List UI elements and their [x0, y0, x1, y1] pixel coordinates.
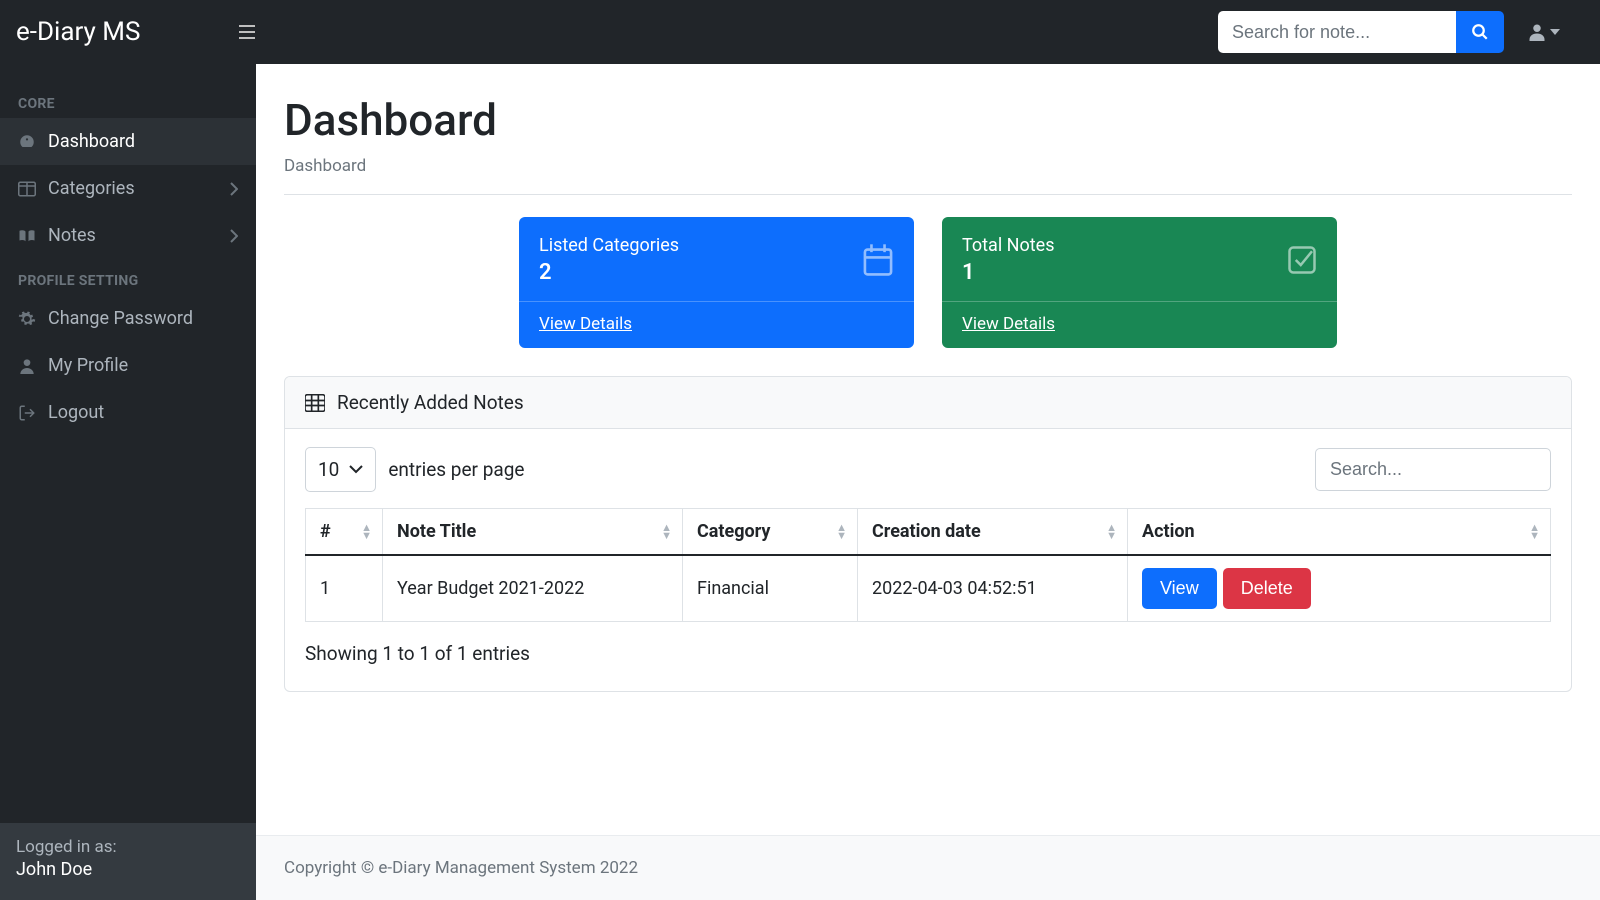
user-icon: [1528, 22, 1546, 42]
sidebar-item-label: Dashboard: [48, 131, 135, 152]
main-content: Dashboard Dashboard Listed Categories 2: [256, 64, 1600, 900]
col-action[interactable]: Action▲▼: [1128, 509, 1551, 556]
stat-card-label: Total Notes: [962, 235, 1055, 256]
col-number[interactable]: #▲▼: [306, 509, 383, 556]
logged-in-user: John Doe: [16, 859, 240, 880]
col-date[interactable]: Creation date▲▼: [858, 509, 1128, 556]
sidebar-toggle[interactable]: [230, 20, 264, 44]
chevron-right-icon: [230, 229, 238, 243]
table-icon: [305, 394, 325, 412]
book-icon: [18, 228, 36, 244]
sidebar-heading-core: CORE: [0, 82, 256, 118]
brand-title[interactable]: e-Diary MS: [16, 17, 230, 47]
view-button[interactable]: View: [1142, 568, 1217, 609]
sort-icon: ▲▼: [1106, 524, 1117, 540]
stat-card-value: 1: [962, 260, 1055, 285]
search-form: [1218, 11, 1504, 53]
recent-notes-card: Recently Added Notes 10 entries per page: [284, 376, 1572, 692]
sidebar-item-my-profile[interactable]: My Profile: [0, 342, 256, 389]
sidebar-item-label: Notes: [48, 225, 96, 246]
signout-icon: [18, 404, 36, 422]
sidebar-item-label: Logout: [48, 402, 104, 423]
sort-icon: ▲▼: [1529, 524, 1540, 540]
sidebar-item-change-password[interactable]: Change Password: [0, 295, 256, 342]
sidebar-footer: Logged in as: John Doe: [0, 823, 256, 900]
delete-button[interactable]: Delete: [1223, 568, 1311, 609]
breadcrumb: Dashboard: [284, 156, 1572, 195]
stat-card-notes: Total Notes 1 View Details: [942, 217, 1337, 348]
page-footer: Copyright © e-Diary Management System 20…: [256, 835, 1600, 900]
page-title: Dashboard: [284, 94, 1572, 146]
sidebar-item-notes[interactable]: Notes: [0, 212, 256, 259]
sort-icon: ▲▼: [661, 524, 672, 540]
sidebar-item-logout[interactable]: Logout: [0, 389, 256, 436]
notes-table: #▲▼ Note Title▲▼ Category▲▼ Creation dat…: [305, 508, 1551, 622]
tachometer-icon: [18, 133, 36, 151]
search-button[interactable]: [1456, 11, 1504, 53]
stat-card-link[interactable]: View Details: [962, 314, 1055, 334]
recent-notes-title: Recently Added Notes: [337, 391, 524, 414]
col-category[interactable]: Category▲▼: [683, 509, 858, 556]
stat-card-label: Listed Categories: [539, 235, 679, 256]
top-navbar: e-Diary MS: [0, 0, 1600, 64]
cell-title: Year Budget 2021-2022: [383, 555, 683, 622]
logged-in-label: Logged in as:: [16, 837, 240, 857]
sort-icon: ▲▼: [361, 524, 372, 540]
table-search-input[interactable]: [1315, 448, 1551, 491]
sidebar-item-categories[interactable]: Categories: [0, 165, 256, 212]
sidebar-item-dashboard[interactable]: Dashboard: [0, 118, 256, 165]
entries-per-page-select[interactable]: 10: [305, 447, 376, 492]
cell-date: 2022-04-03 04:52:51: [858, 555, 1128, 622]
col-title[interactable]: Note Title▲▼: [383, 509, 683, 556]
sort-icon: ▲▼: [836, 524, 847, 540]
stat-card-link[interactable]: View Details: [539, 314, 632, 334]
chevron-right-icon: [230, 182, 238, 196]
sidebar-item-label: Categories: [48, 178, 135, 199]
sidebar-heading-profile: PROFILE SETTING: [0, 259, 256, 295]
bars-icon: [238, 24, 256, 40]
search-input[interactable]: [1218, 11, 1456, 53]
gear-icon: [18, 310, 36, 328]
cell-action: View Delete: [1128, 555, 1551, 622]
table-row: 1 Year Budget 2021-2022 Financial 2022-0…: [306, 555, 1551, 622]
entries-label: entries per page: [388, 458, 524, 481]
check-square-icon: [1287, 245, 1317, 275]
caret-down-icon: [1550, 29, 1560, 35]
sidebar-item-label: Change Password: [48, 308, 193, 329]
cell-number: 1: [306, 555, 383, 622]
sidebar-item-label: My Profile: [48, 355, 128, 376]
calendar-icon: [862, 243, 894, 277]
stat-card-categories: Listed Categories 2 View Details: [519, 217, 914, 348]
search-icon: [1471, 23, 1489, 41]
user-icon: [18, 357, 36, 375]
sidebar: CORE Dashboard Categories: [0, 64, 256, 900]
cell-category: Financial: [683, 555, 858, 622]
columns-icon: [18, 181, 36, 197]
user-menu[interactable]: [1528, 22, 1584, 42]
table-info: Showing 1 to 1 of 1 entries: [305, 642, 1551, 665]
chevron-down-icon: [349, 465, 363, 474]
stat-card-value: 2: [539, 260, 679, 285]
